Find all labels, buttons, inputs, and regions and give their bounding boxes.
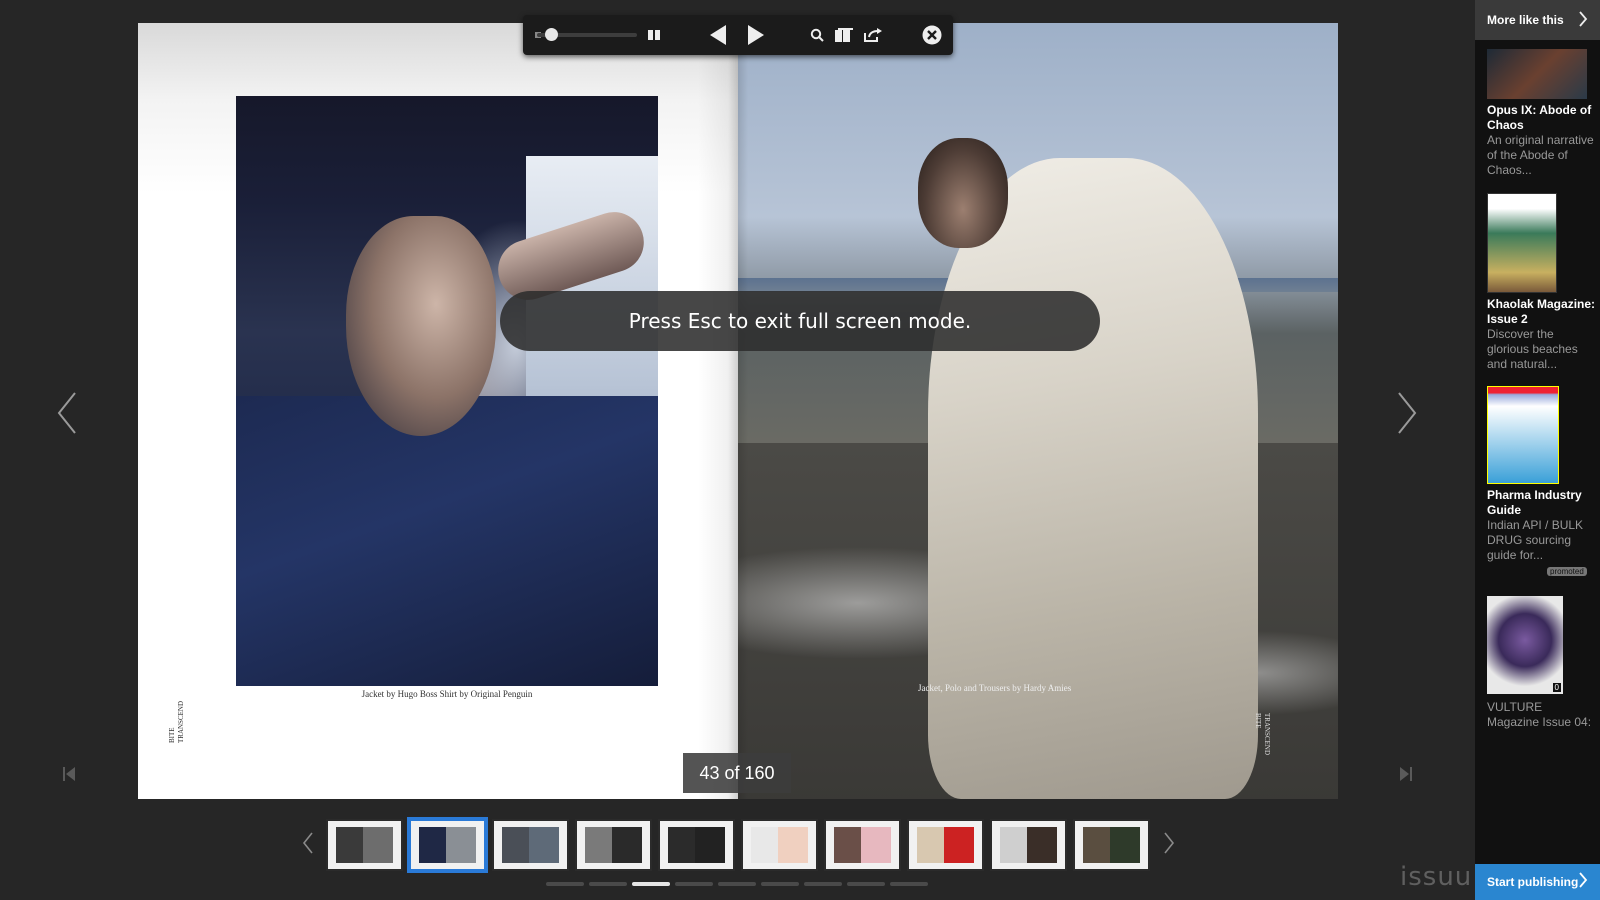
pager-dot[interactable] — [546, 882, 584, 886]
sidebar-item-khaolak[interactable]: Khaolak Magazine: Issue 2 Discover the g… — [1487, 193, 1597, 372]
item-cover: 0 — [1487, 596, 1563, 694]
pager-dot[interactable] — [589, 882, 627, 886]
close-icon[interactable] — [919, 15, 945, 55]
right-page-caption: Jacket, Polo and Trousers by Hardy Amies — [918, 683, 1072, 693]
sidebar-header-label: More like this — [1487, 13, 1564, 27]
page-counter: 43 of 160 — [683, 753, 791, 793]
left-page[interactable]: Jacket by Hugo Boss Shirt by Original Pe… — [138, 23, 738, 799]
pager-dot-active[interactable] — [632, 882, 670, 886]
pages-icon[interactable] — [833, 15, 855, 55]
thumbnail[interactable] — [990, 819, 1067, 871]
reader-stage: Jacket by Hugo Boss Shirt by Original Pe… — [0, 0, 1475, 900]
fullscreen-notice: Press Esc to exit full screen mode. — [500, 291, 1100, 351]
right-page-spine-text: TRANSCEND BITE — [1254, 713, 1271, 756]
spread-gutter — [728, 23, 748, 799]
more-like-this-sidebar: More like this Opus IX: Abode of Chaos A… — [1475, 0, 1600, 900]
thumbnail[interactable] — [824, 819, 901, 871]
item-cover — [1487, 49, 1587, 99]
promoted-badge: promoted — [1547, 567, 1587, 576]
pager-dot[interactable] — [847, 882, 885, 886]
last-page-icon[interactable] — [1400, 767, 1412, 786]
thumbnail-pager — [546, 882, 928, 886]
chevron-right-icon — [1578, 872, 1588, 893]
start-publishing-label: Start publishing — [1487, 875, 1579, 889]
left-page-spine-text: BITE TRANSCEND — [168, 700, 185, 743]
pager-dot[interactable] — [675, 882, 713, 886]
pager-dot[interactable] — [804, 882, 842, 886]
chevron-right-icon — [1578, 11, 1588, 32]
item-description: VULTURE Magazine Issue 04: — [1487, 700, 1592, 729]
item-cover — [1487, 386, 1559, 484]
item-description: An original narrative of the Abode of Ch… — [1487, 133, 1594, 177]
reader-toolbar — [523, 15, 953, 55]
thumbnail[interactable] — [907, 819, 984, 871]
issuu-logo[interactable]: issuu — [1400, 862, 1472, 892]
left-page-photo — [236, 96, 658, 686]
thumbnail[interactable] — [1073, 819, 1150, 871]
thumbnail[interactable] — [575, 819, 652, 871]
thumbnail-active[interactable] — [409, 819, 486, 871]
item-description: Discover the glorious beaches and natura… — [1487, 327, 1578, 371]
next-page-icon[interactable] — [741, 15, 771, 55]
sidebar-header[interactable]: More like this — [1475, 0, 1600, 40]
item-title: Khaolak Magazine: Issue 2 — [1487, 297, 1596, 326]
item-cover — [1487, 193, 1557, 293]
zoom-slider-knob[interactable] — [545, 28, 558, 41]
start-publishing-button[interactable]: Start publishing — [1475, 864, 1600, 900]
pager-dot[interactable] — [718, 882, 756, 886]
share-icon[interactable] — [861, 15, 885, 55]
previous-page-icon[interactable] — [703, 15, 733, 55]
previous-spread-arrow[interactable] — [52, 388, 82, 438]
thumbnail[interactable] — [658, 819, 735, 871]
item-description: Indian API / BULK DRUG sourcing guide fo… — [1487, 518, 1584, 562]
first-page-icon[interactable] — [63, 767, 75, 786]
thumbnail[interactable] — [326, 819, 403, 871]
right-page-photo — [928, 158, 1258, 799]
sidebar-item-vulture[interactable]: 0 VULTURE Magazine Issue 04: — [1487, 596, 1597, 730]
item-count-badge: 0 — [1552, 683, 1561, 692]
thumbnail-strip — [326, 819, 1150, 871]
right-page[interactable]: Jacket, Polo and Trousers by Hardy Amies… — [738, 23, 1338, 799]
next-spread-arrow[interactable] — [1392, 388, 1422, 438]
pager-dot[interactable] — [761, 882, 799, 886]
thumbnail[interactable] — [492, 819, 569, 871]
sidebar-item-pharma[interactable]: Pharma Industry Guide Indian API / BULK … — [1487, 386, 1597, 563]
item-title: Pharma Industry Guide — [1487, 488, 1582, 517]
item-title: Opus IX: Abode of Chaos — [1487, 103, 1592, 132]
magazine-spread[interactable]: Jacket by Hugo Boss Shirt by Original Pe… — [138, 23, 1338, 799]
grid-icon[interactable] — [643, 15, 665, 55]
search-icon[interactable] — [806, 15, 828, 55]
sidebar-item-opus[interactable]: Opus IX: Abode of Chaos An original narr… — [1487, 49, 1597, 178]
thumbnails-next-arrow[interactable] — [1163, 832, 1175, 860]
thumbnails-prev-arrow[interactable] — [302, 832, 314, 860]
pager-dot[interactable] — [890, 882, 928, 886]
left-page-caption: Jacket by Hugo Boss Shirt by Original Pe… — [361, 689, 533, 699]
thumbnail[interactable] — [741, 819, 818, 871]
